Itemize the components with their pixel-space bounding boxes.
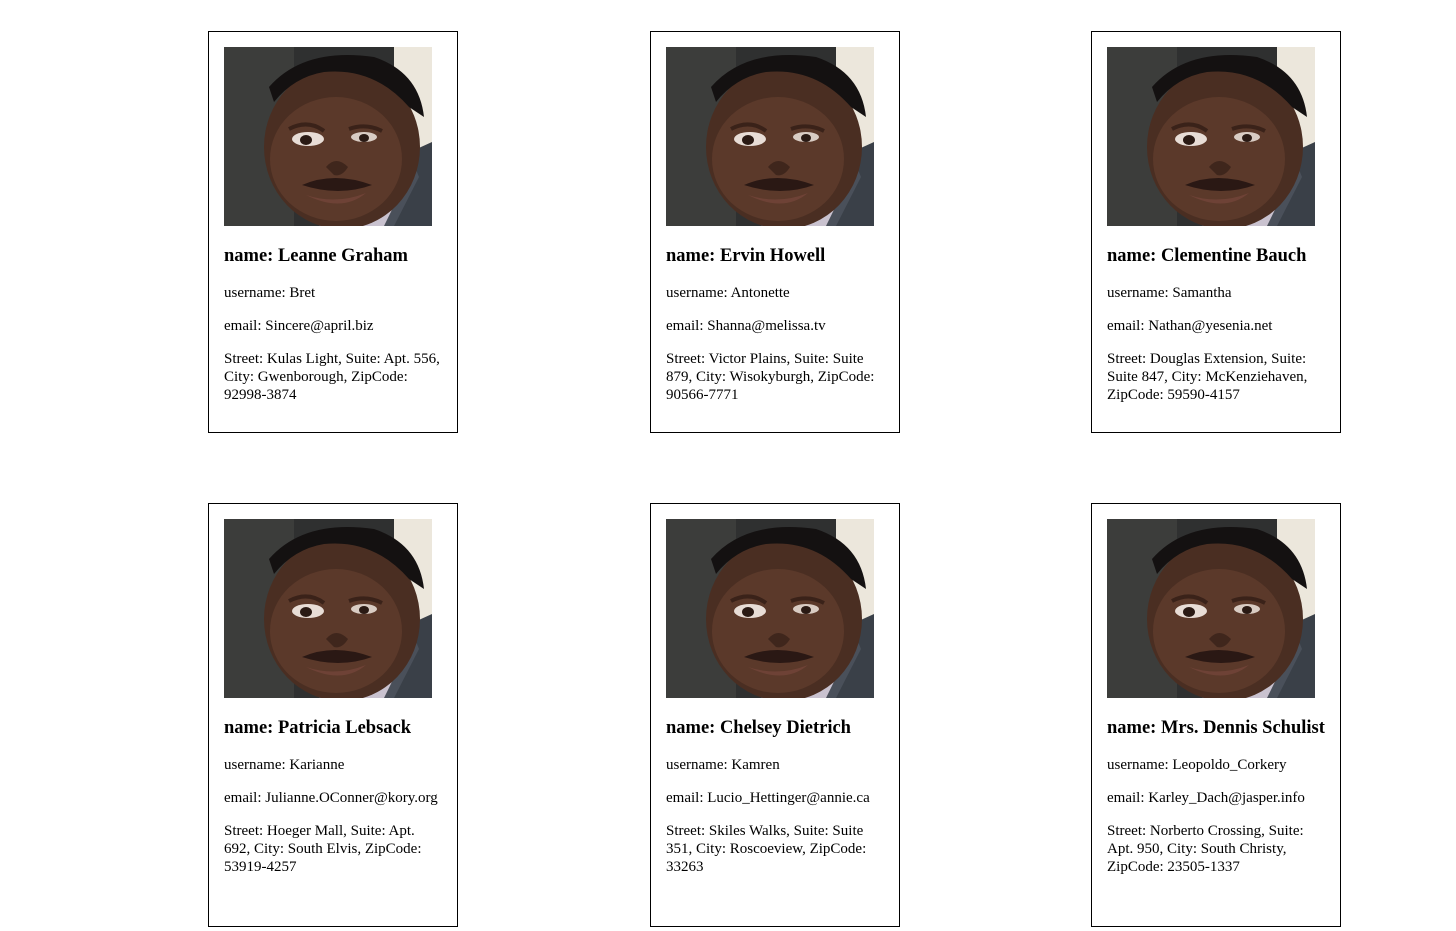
user-email: email: Lucio_Hettinger@annie.ca bbox=[666, 790, 870, 806]
user-card: name: Mrs. Dennis Schulist username: Leo… bbox=[1091, 503, 1341, 927]
user-card: name: Clementine Bauch username: Samanth… bbox=[1091, 31, 1341, 433]
user-email: email: Sincere@april.biz bbox=[224, 318, 374, 334]
user-username: username: Antonette bbox=[666, 285, 790, 301]
user-card: name: Chelsey Dietrich username: Kamren … bbox=[650, 503, 900, 927]
user-username: username: Karianne bbox=[224, 757, 345, 773]
avatar bbox=[666, 47, 874, 226]
user-card: name: Patricia Lebsack username: Kariann… bbox=[208, 503, 458, 927]
avatar bbox=[1107, 519, 1315, 698]
user-address: Street: Hoeger Mall, Suite: Apt. 692, Ci… bbox=[224, 823, 422, 875]
avatar bbox=[224, 47, 432, 226]
user-address: Street: Victor Plains, Suite: Suite 879,… bbox=[666, 351, 875, 403]
user-address: Street: Skiles Walks, Suite: Suite 351, … bbox=[666, 823, 867, 875]
user-username: username: Samantha bbox=[1107, 285, 1232, 301]
user-address: Street: Douglas Extension, Suite: Suite … bbox=[1107, 351, 1308, 403]
user-email: email: Karley_Dach@jasper.info bbox=[1107, 790, 1305, 806]
user-username: username: Bret bbox=[224, 285, 316, 301]
user-name: name: Mrs. Dennis Schulist bbox=[1107, 718, 1325, 738]
user-email: email: Nathan@yesenia.net bbox=[1107, 318, 1273, 334]
user-email: email: Julianne.OConner@kory.org bbox=[224, 790, 438, 806]
user-name: name: Chelsey Dietrich bbox=[666, 718, 851, 738]
avatar bbox=[224, 519, 432, 698]
user-address: Street: Kulas Light, Suite: Apt. 556, Ci… bbox=[224, 351, 440, 403]
avatar bbox=[1107, 47, 1315, 226]
user-name: name: Ervin Howell bbox=[666, 246, 826, 266]
user-card: name: Ervin Howell username: Antonette e… bbox=[650, 31, 900, 433]
user-name: name: Leanne Graham bbox=[224, 246, 408, 266]
user-name: name: Patricia Lebsack bbox=[224, 718, 412, 738]
avatar bbox=[666, 519, 874, 698]
user-username: username: Kamren bbox=[666, 757, 780, 773]
user-card: name: Leanne Graham username: Bret email… bbox=[208, 31, 458, 433]
user-username: username: Leopoldo_Corkery bbox=[1107, 757, 1287, 773]
user-address: Street: Norberto Crossing, Suite: Apt. 9… bbox=[1107, 823, 1304, 875]
user-email: email: Shanna@melissa.tv bbox=[666, 318, 826, 334]
user-name: name: Clementine Bauch bbox=[1107, 246, 1307, 266]
